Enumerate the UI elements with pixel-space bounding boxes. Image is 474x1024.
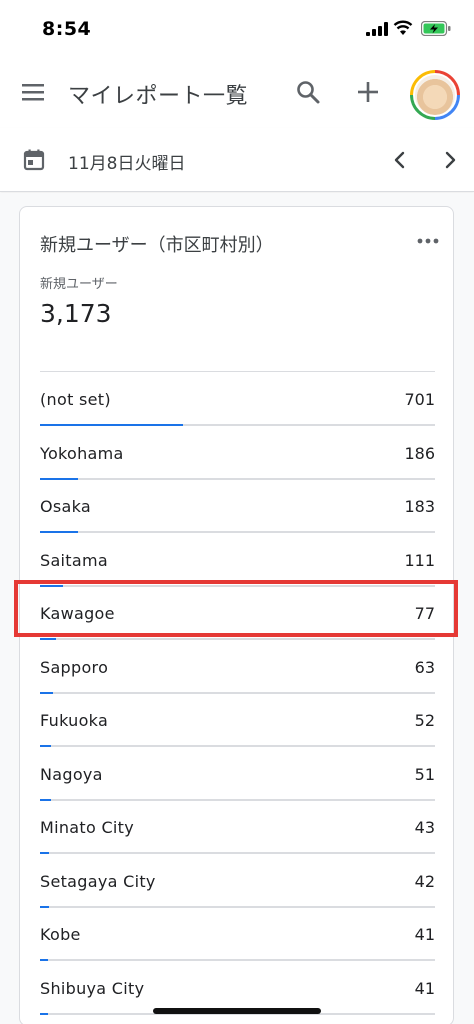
row-label: Saitama [40,550,108,570]
list-item[interactable]: Setagaya City 42 [40,854,435,908]
row-value: 701 [404,390,435,409]
row-label: (not set) [40,390,111,409]
more-options-button[interactable] [416,231,440,251]
date-bar: 11月8日火曜日 [0,128,474,192]
avatar-image [413,73,457,117]
row-value: 63 [414,657,435,677]
row-value: 43 [414,818,435,837]
list-item[interactable]: Kobe 41 [40,907,435,961]
report-card[interactable]: 新規ユーザー（市区町村別） 新規ユーザー 3,173 (not set) 701… [19,206,454,1024]
avatar[interactable] [410,70,460,120]
row-bar-fill [40,1012,49,1015]
metric-label: 新規ユーザー [40,277,118,292]
list-item[interactable]: Saitama 111 [40,533,435,587]
row-value: 186 [404,443,435,463]
list-item[interactable]: Yokohama 186 [40,426,435,480]
row-label: Nagoya [40,764,103,784]
date-label[interactable]: 11月8日火曜日 [68,149,185,174]
row-value: 183 [404,497,435,516]
row-label: Setagaya City [40,871,156,891]
row-label: Kobe [40,925,81,944]
row-label: Minato City [40,818,135,837]
page-title: マイレポート一覧 [68,84,249,109]
search-button[interactable] [294,78,322,106]
row-value: 111 [404,550,435,570]
city-list: (not set) 701 Yokohama 186 Osaka 183 Sai… [40,372,435,1015]
status-time: 8:54 [42,18,92,40]
row-value: 51 [414,764,435,784]
next-day-button[interactable] [438,148,462,172]
signal-icon [366,22,388,36]
previous-day-button[interactable] [388,148,412,172]
row-label: Osaka [40,497,92,516]
list-item[interactable]: Sapporo 63 [40,640,435,694]
row-value: 52 [414,711,435,730]
menu-button[interactable] [18,78,50,106]
add-report-button[interactable] [354,78,382,106]
list-item[interactable]: Fukuoka 52 [40,693,435,747]
row-value: 41 [414,978,435,998]
chevron-right-icon [445,151,456,169]
row-value: 77 [414,604,435,623]
row-label: Shibuya City [40,978,145,998]
list-item[interactable]: Kawagoe 77 [40,586,435,640]
card-title: 新規ユーザー（市区町村別） [40,235,274,256]
row-value: 42 [414,871,435,891]
row-value: 41 [414,925,435,944]
list-item[interactable]: Shibuya City 41 [40,961,435,1015]
chevron-left-icon [394,151,405,169]
list-item[interactable]: Osaka 183 [40,479,435,533]
home-indicator[interactable] [153,1008,321,1014]
list-item[interactable]: (not set) 701 [40,372,435,426]
menu-icon [22,84,44,101]
add-icon [358,82,378,102]
screen: 8:54 マイレポート一覧 11月8日火曜日 新規ユーザー（市区町村別） 新規ユ… [0,0,474,1024]
row-label: Kawagoe [40,604,115,623]
metric-value: 3,173 [40,299,112,328]
row-label: Fukuoka [40,711,109,730]
app-bar: マイレポート一覧 [0,56,474,128]
list-item[interactable]: Nagoya 51 [40,747,435,801]
more-vert-icon [417,238,439,244]
row-label: Sapporo [40,657,109,677]
battery-icon [421,21,451,36]
status-bar: 8:54 [0,0,474,56]
list-item[interactable]: Minato City 43 [40,800,435,854]
search-icon [297,81,320,104]
row-label: Yokohama [40,443,124,463]
calendar-icon[interactable] [22,148,46,172]
wifi-icon [393,20,413,35]
